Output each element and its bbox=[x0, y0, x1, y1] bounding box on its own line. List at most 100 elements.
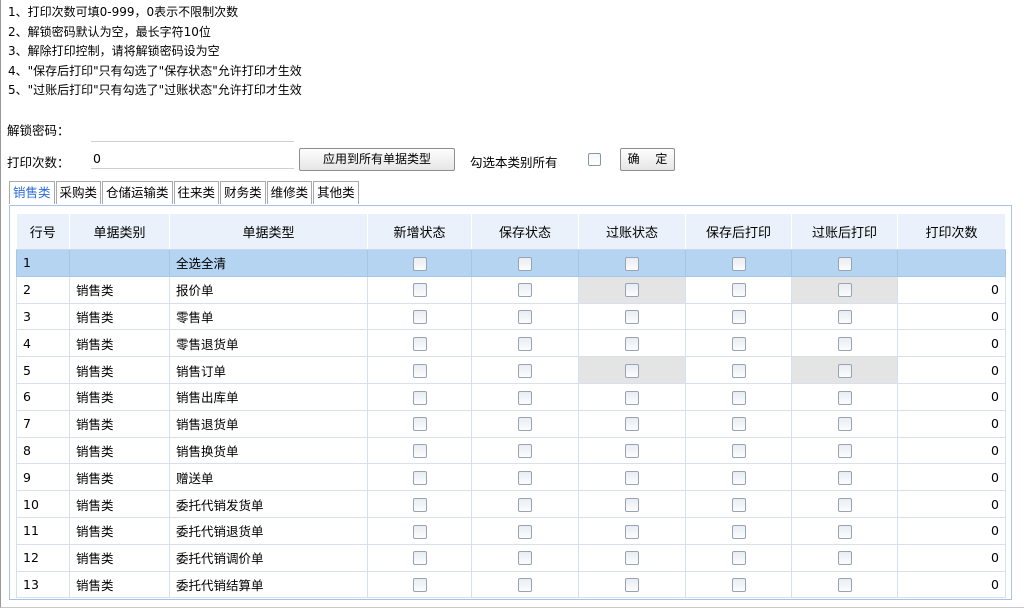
tab-purchase[interactable]: 采购类 bbox=[55, 181, 102, 204]
post-status-checkbox[interactable] bbox=[625, 310, 639, 325]
print-count-field[interactable] bbox=[91, 148, 294, 169]
apply-to-all-button[interactable]: 应用到所有单据类型 bbox=[299, 148, 455, 171]
table-row[interactable]: 10 销售类 委托代销发货单 0 bbox=[16, 490, 1006, 518]
post-status-checkbox[interactable] bbox=[625, 417, 639, 432]
select-category-all-checkbox[interactable] bbox=[588, 153, 601, 166]
save-status-checkbox[interactable] bbox=[518, 578, 532, 593]
save-status-checkbox[interactable] bbox=[518, 471, 532, 486]
print-count-cell[interactable]: 0 bbox=[897, 382, 1006, 411]
save-status-checkbox[interactable] bbox=[518, 363, 532, 378]
print-after-save-checkbox[interactable] bbox=[731, 471, 746, 486]
save-status-checkbox[interactable] bbox=[518, 444, 532, 459]
print-after-post-checkbox[interactable] bbox=[837, 497, 852, 512]
table-row[interactable]: 3 销售类 零售单 0 bbox=[16, 302, 1006, 331]
post-status-checkbox[interactable] bbox=[625, 471, 639, 486]
print-after-save-checkbox[interactable] bbox=[731, 417, 746, 432]
new-status-checkbox[interactable] bbox=[412, 390, 427, 405]
new-status-checkbox[interactable] bbox=[412, 363, 427, 378]
print-count-cell[interactable] bbox=[897, 249, 1006, 277]
new-status-checkbox[interactable] bbox=[412, 497, 427, 512]
print-after-post-checkbox[interactable] bbox=[837, 444, 852, 459]
new-status-checkbox[interactable] bbox=[412, 471, 427, 486]
post-status-checkbox[interactable] bbox=[625, 551, 639, 566]
header-print-count[interactable]: 打印次数 bbox=[897, 214, 1006, 250]
print-after-post-checkbox[interactable] bbox=[837, 471, 852, 486]
post-status-checkbox[interactable] bbox=[625, 363, 639, 378]
print-after-post-checkbox[interactable] bbox=[837, 390, 852, 405]
table-row[interactable]: 9 销售类 赠送单 0 bbox=[16, 463, 1006, 492]
print-count-cell[interactable]: 0 bbox=[897, 275, 1006, 304]
print-after-save-checkbox[interactable] bbox=[731, 310, 746, 325]
tab-accounts[interactable]: 往来类 bbox=[173, 181, 220, 204]
new-status-checkbox[interactable] bbox=[412, 310, 427, 325]
print-after-save-checkbox[interactable] bbox=[731, 578, 746, 593]
tab-sales[interactable]: 销售类 bbox=[9, 181, 55, 204]
table-row[interactable]: 4 销售类 零售退货单 0 bbox=[16, 329, 1006, 358]
print-count-cell[interactable]: 0 bbox=[897, 302, 1006, 331]
tab-finance[interactable]: 财务类 bbox=[220, 181, 266, 204]
print-after-save-checkbox[interactable] bbox=[731, 524, 746, 539]
header-save-status[interactable]: 保存状态 bbox=[471, 214, 579, 250]
header-category[interactable]: 单据类别 bbox=[69, 214, 170, 250]
print-count-cell[interactable]: 0 bbox=[897, 490, 1006, 518]
header-doc-type[interactable]: 单据类型 bbox=[169, 214, 368, 250]
save-status-checkbox[interactable] bbox=[518, 256, 532, 271]
print-count-cell[interactable]: 0 bbox=[897, 409, 1006, 438]
print-after-post-checkbox[interactable] bbox=[837, 551, 852, 566]
unlock-password-field[interactable] bbox=[91, 121, 294, 142]
confirm-button[interactable]: 确 定 bbox=[620, 148, 675, 171]
print-after-post-checkbox[interactable] bbox=[837, 524, 852, 539]
new-status-checkbox[interactable] bbox=[412, 256, 427, 271]
header-print-after-post[interactable]: 过账后打印 bbox=[791, 214, 898, 250]
post-status-checkbox[interactable] bbox=[625, 578, 639, 593]
post-status-checkbox[interactable] bbox=[625, 444, 639, 459]
header-row-no[interactable]: 行号 bbox=[16, 214, 70, 250]
new-status-checkbox[interactable] bbox=[412, 444, 427, 459]
tab-other[interactable]: 其他类 bbox=[313, 181, 359, 204]
table-row[interactable]: 6 销售类 销售出库单 0 bbox=[16, 382, 1006, 411]
new-status-checkbox[interactable] bbox=[412, 337, 427, 352]
save-status-checkbox[interactable] bbox=[518, 417, 532, 432]
print-count-cell[interactable]: 0 bbox=[897, 543, 1006, 572]
print-after-post-checkbox[interactable] bbox=[837, 578, 852, 593]
print-after-save-checkbox[interactable] bbox=[731, 390, 746, 405]
print-after-save-checkbox[interactable] bbox=[731, 337, 746, 352]
table-row[interactable]: 2 销售类 报价单 0 bbox=[16, 275, 1006, 304]
header-new-status[interactable]: 新增状态 bbox=[367, 214, 472, 250]
header-print-after-save[interactable]: 保存后打印 bbox=[685, 214, 792, 250]
table-row[interactable]: 12 销售类 委托代销调价单 0 bbox=[16, 543, 1006, 572]
post-status-checkbox[interactable] bbox=[625, 390, 639, 405]
print-after-post-checkbox[interactable] bbox=[837, 310, 852, 325]
table-row[interactable]: 11 销售类 委托代销退货单 0 bbox=[16, 516, 1006, 545]
table-row[interactable]: 13 销售类 委托代销结算单 0 bbox=[16, 570, 1006, 599]
table-row[interactable]: 7 销售类 销售退货单 0 bbox=[16, 409, 1006, 438]
print-after-save-checkbox[interactable] bbox=[731, 363, 746, 378]
print-after-post-checkbox[interactable] bbox=[837, 363, 852, 378]
save-status-checkbox[interactable] bbox=[518, 310, 532, 325]
save-status-checkbox[interactable] bbox=[518, 497, 532, 512]
print-after-save-checkbox[interactable] bbox=[731, 497, 746, 512]
table-row[interactable]: 1 全选全清 bbox=[16, 249, 1006, 277]
print-after-save-checkbox[interactable] bbox=[731, 256, 746, 271]
print-after-save-checkbox[interactable] bbox=[731, 551, 746, 566]
print-count-cell[interactable]: 0 bbox=[897, 570, 1006, 599]
save-status-checkbox[interactable] bbox=[518, 551, 532, 566]
print-after-post-checkbox[interactable] bbox=[837, 417, 852, 432]
save-status-checkbox[interactable] bbox=[518, 390, 532, 405]
table-row[interactable]: 8 销售类 销售换货单 0 bbox=[16, 436, 1006, 465]
print-after-post-checkbox[interactable] bbox=[837, 337, 852, 352]
new-status-checkbox[interactable] bbox=[412, 578, 427, 593]
new-status-checkbox[interactable] bbox=[412, 551, 427, 566]
post-status-checkbox[interactable] bbox=[625, 256, 639, 271]
print-after-post-checkbox[interactable] bbox=[837, 256, 852, 271]
save-status-checkbox[interactable] bbox=[518, 283, 532, 298]
new-status-checkbox[interactable] bbox=[412, 283, 427, 298]
post-status-checkbox[interactable] bbox=[625, 524, 639, 539]
post-status-checkbox[interactable] bbox=[625, 337, 639, 352]
print-after-post-checkbox[interactable] bbox=[837, 283, 852, 298]
print-count-cell[interactable]: 0 bbox=[897, 356, 1006, 384]
print-count-cell[interactable]: 0 bbox=[897, 329, 1006, 358]
header-post-status[interactable]: 过账状态 bbox=[578, 214, 686, 250]
print-after-save-checkbox[interactable] bbox=[731, 283, 746, 298]
new-status-checkbox[interactable] bbox=[412, 524, 427, 539]
